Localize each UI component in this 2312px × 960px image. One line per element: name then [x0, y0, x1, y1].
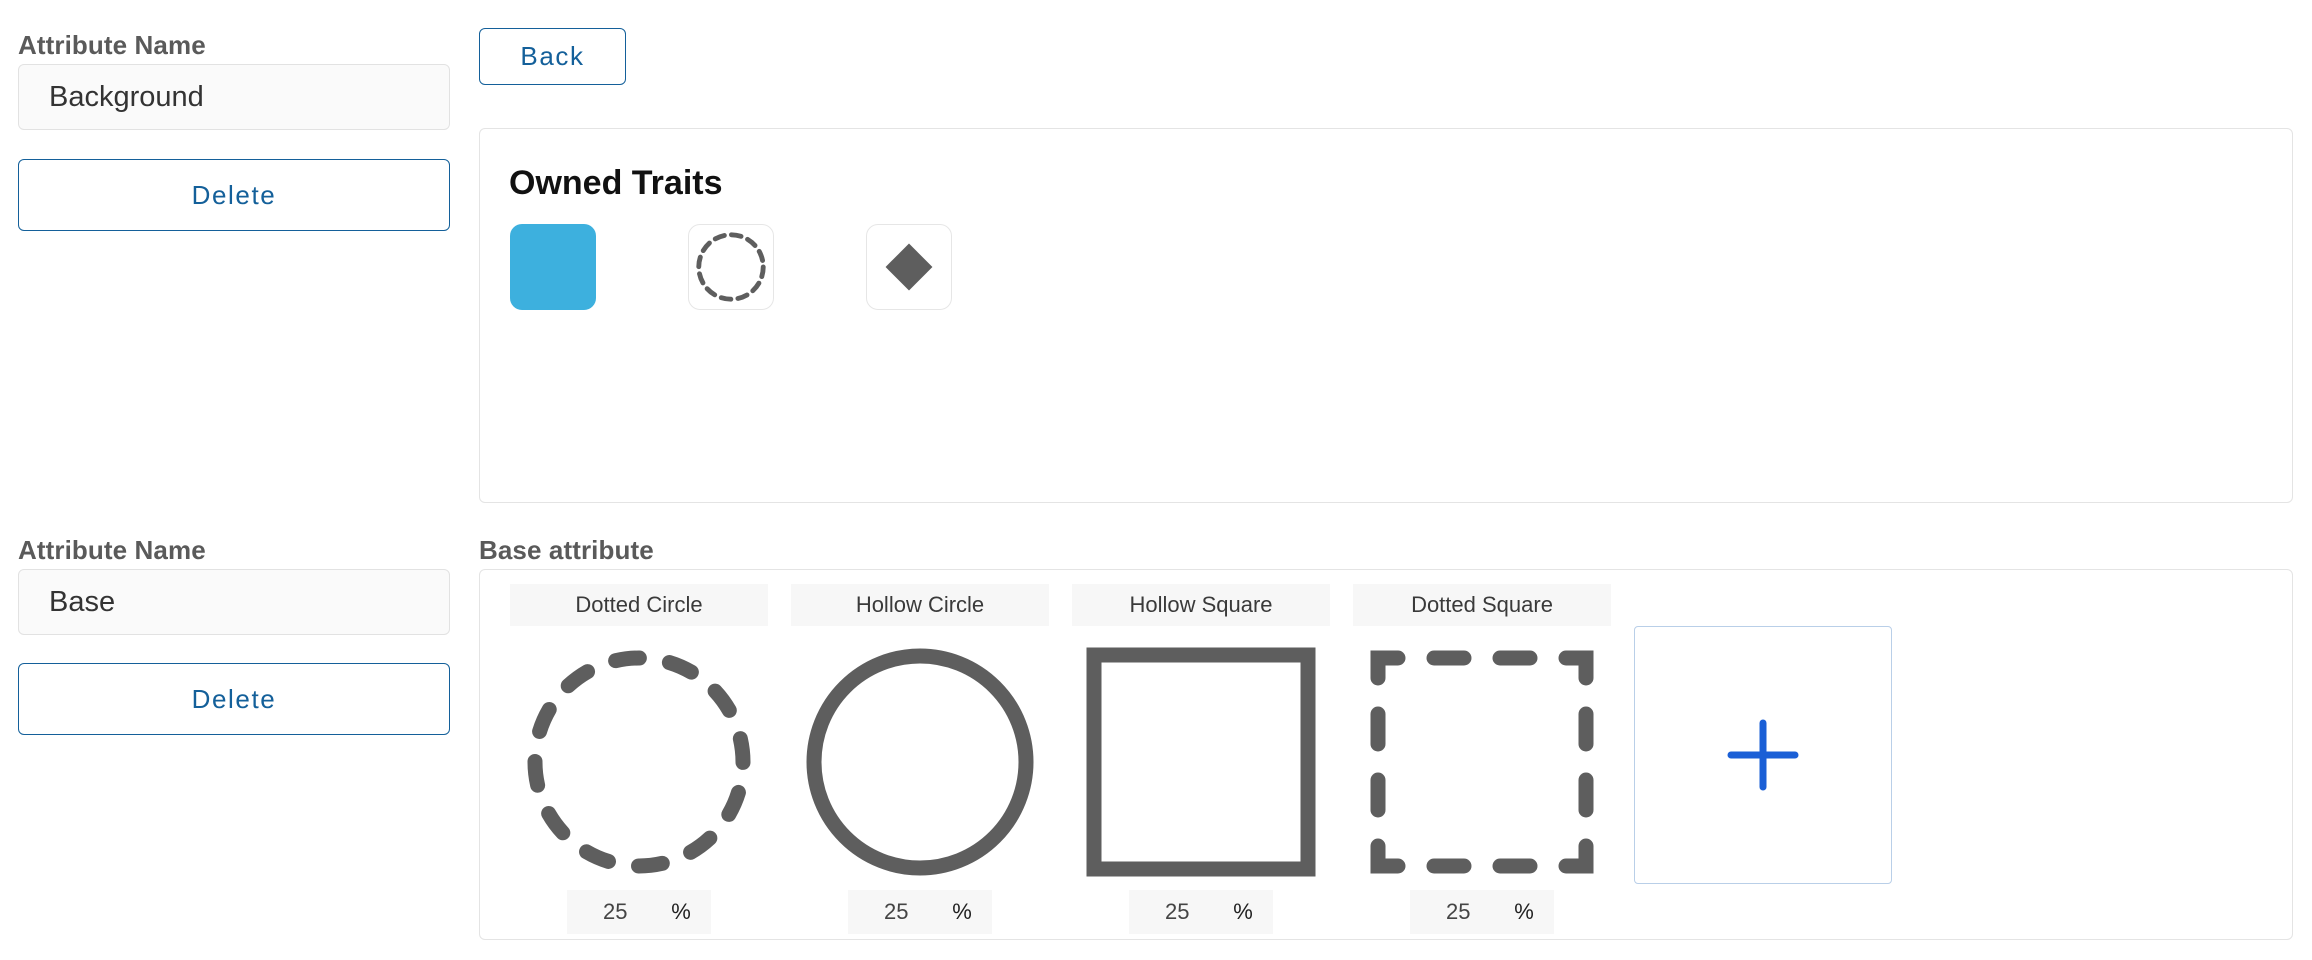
- hollow-square-icon: [1086, 647, 1316, 877]
- dotted-circle-icon: [527, 650, 751, 874]
- trait-name-dotted-square: Dotted Square: [1353, 584, 1611, 626]
- back-button[interactable]: Back: [479, 28, 626, 85]
- trait-card-dotted-circle[interactable]: [510, 633, 768, 891]
- percent-input-dotted-circle[interactable]: [587, 898, 644, 926]
- percent-input-dotted-square[interactable]: [1430, 898, 1487, 926]
- percent-control-dotted-square: %: [1410, 890, 1554, 934]
- owned-traits-title: Owned Traits: [509, 164, 723, 202]
- percent-sign: %: [1514, 899, 1534, 924]
- hollow-circle-icon: [806, 648, 1034, 876]
- dotted-circle-icon: [696, 232, 766, 302]
- percent-sign: %: [1233, 899, 1253, 924]
- owned-traits-panel: Owned Traits: [479, 128, 2293, 503]
- percent-control-hollow-circle: %: [848, 890, 992, 934]
- trait-card-hollow-circle[interactable]: [791, 633, 1049, 891]
- attribute-name-label-2: Attribute Name: [18, 535, 206, 565]
- attribute-name-field-2[interactable]: Base: [18, 569, 450, 635]
- percent-sign: %: [952, 899, 972, 924]
- delete-button-2[interactable]: Delete: [18, 663, 450, 735]
- delete-button[interactable]: Delete: [18, 159, 450, 231]
- percent-control-dotted-circle: %: [567, 890, 711, 934]
- trait-name-hollow-circle: Hollow Circle: [791, 584, 1049, 626]
- trait-name-hollow-square: Hollow Square: [1072, 584, 1330, 626]
- base-attribute-label: Base attribute: [479, 535, 654, 565]
- trait-card-dotted-square[interactable]: [1353, 633, 1611, 891]
- trait-name-dotted-circle: Dotted Circle: [510, 584, 768, 626]
- base-traits-panel: Dotted Circle % Hollow Circle % Hollow S…: [479, 569, 2293, 940]
- diamond-icon: [885, 243, 933, 291]
- percent-control-hollow-square: %: [1129, 890, 1273, 934]
- trait-card-hollow-square[interactable]: [1072, 633, 1330, 891]
- attribute-name-field[interactable]: Background: [18, 64, 450, 130]
- percent-input-hollow-square[interactable]: [1149, 898, 1206, 926]
- add-trait-button[interactable]: [1634, 626, 1892, 884]
- dotted-square-icon: [1370, 650, 1594, 874]
- owned-trait-blue-square[interactable]: [510, 224, 596, 310]
- percent-sign: %: [671, 899, 691, 924]
- attribute-name-label: Attribute Name: [18, 30, 206, 60]
- owned-trait-diamond[interactable]: [866, 224, 952, 310]
- owned-trait-dotted-circle[interactable]: [688, 224, 774, 310]
- plus-icon: [1727, 719, 1799, 791]
- percent-input-hollow-circle[interactable]: [868, 898, 925, 926]
